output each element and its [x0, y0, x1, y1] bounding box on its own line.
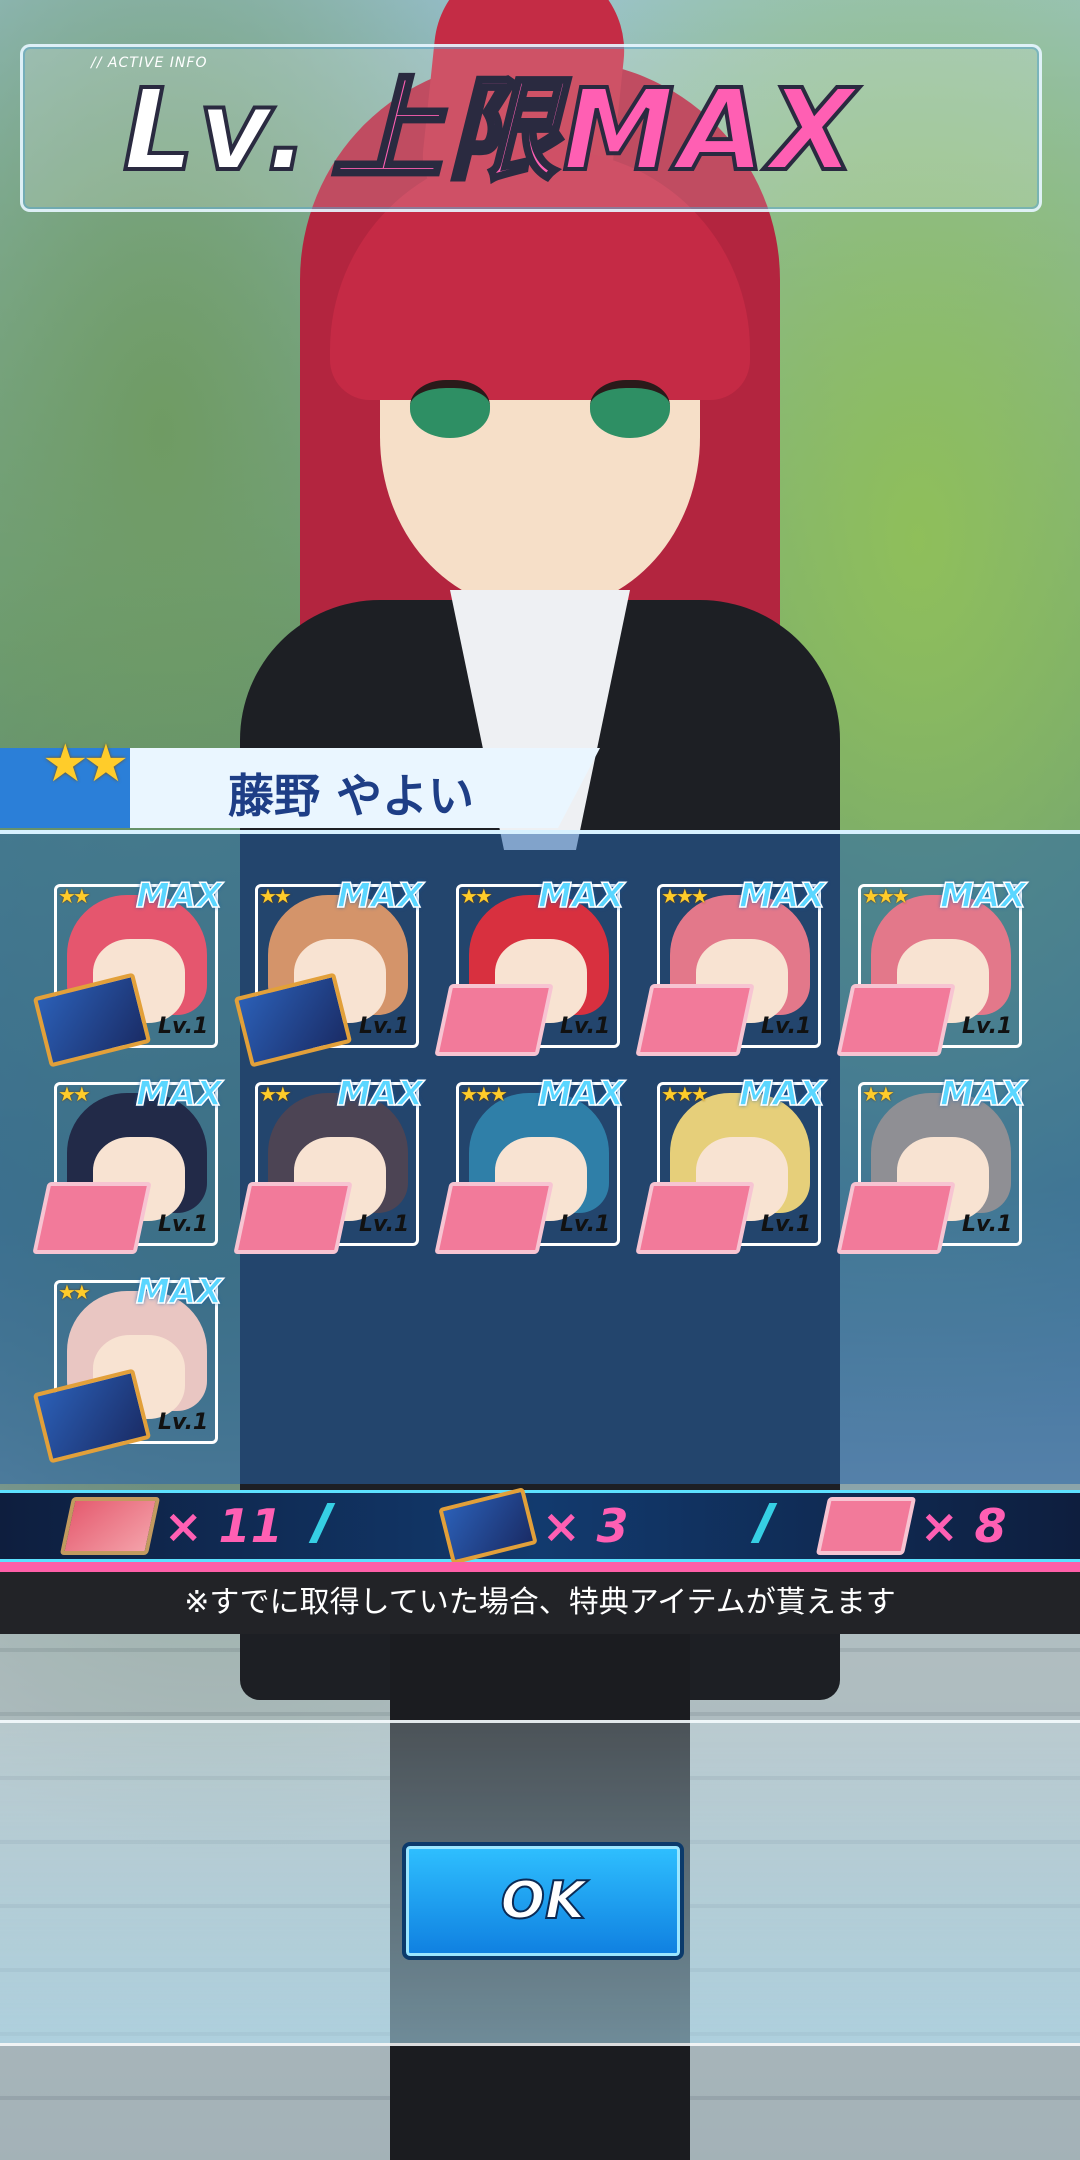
- character-card: ★★ MAX Lv.1: [32, 1271, 223, 1464]
- card-max-label: MAX: [135, 1073, 223, 1115]
- card-max-label: MAX: [537, 875, 625, 917]
- page-title: Lv. 上限MAX: [121, 61, 860, 201]
- character-card: ★★★ MAX Lv.1: [434, 1073, 625, 1254]
- ticket-icon: [635, 984, 755, 1056]
- summary-ticket: × 8: [815, 1493, 1007, 1559]
- card-max-label: MAX: [336, 1073, 424, 1115]
- character-card: ★★ MAX Lv.1: [434, 875, 625, 1056]
- summary-book: × 3: [438, 1487, 629, 1565]
- card-level: Lv.1: [158, 1014, 209, 1039]
- card-level: Lv.1: [359, 1212, 410, 1237]
- character-eye-left: [410, 380, 490, 438]
- character-card: ★★★ MAX Lv.1: [635, 1073, 826, 1254]
- character-card: ★★★ MAX Lv.1: [635, 875, 826, 1056]
- max-level-panel: ★★ MAX Lv.1 ★★ MAX Lv.1 ★★ MAX Lv.1 ★★★ MAX Lv.1 ★★★…: [0, 830, 1080, 1484]
- card-level: Lv.1: [560, 1212, 611, 1237]
- card-level: Lv.1: [962, 1014, 1013, 1039]
- card-level: Lv.1: [158, 1212, 209, 1237]
- card-stars: ★★: [58, 1082, 91, 1106]
- character-name: 藤野 やよい: [228, 769, 475, 823]
- ticket-icon: [836, 984, 956, 1056]
- card-stars: ★★★: [661, 884, 709, 908]
- title-lv: Lv.: [121, 64, 313, 198]
- card-stars: ★★★: [862, 884, 910, 908]
- card-stars: ★★: [862, 1082, 895, 1106]
- card-stars: ★★: [460, 884, 493, 908]
- title-max: 上限MAX: [329, 64, 860, 198]
- character-eye-right: [590, 380, 670, 438]
- ticket-icon: [434, 984, 554, 1056]
- summary-divider: [308, 1503, 336, 1543]
- card-max-label: MAX: [135, 875, 223, 917]
- book-icon: [438, 1487, 538, 1565]
- ticket-icon: [32, 1182, 152, 1254]
- notice-accent-line: [0, 1562, 1080, 1572]
- character-card: ★★ MAX Lv.1: [233, 875, 424, 1068]
- book-icon: [32, 1368, 152, 1464]
- card-level: Lv.1: [359, 1014, 410, 1039]
- card-stars: ★★: [58, 1280, 91, 1304]
- card-max-label: MAX: [336, 875, 424, 917]
- book-icon: [233, 972, 353, 1068]
- card-stars: ★★: [259, 884, 292, 908]
- ticket-icon: [233, 1182, 353, 1254]
- ok-button[interactable]: OK: [402, 1842, 684, 1960]
- ticket-icon: [815, 1497, 917, 1555]
- card-level: Lv.1: [761, 1014, 812, 1039]
- notice-text: ※すでに取得していた場合、特典アイテムが貰えます: [0, 1572, 1080, 1634]
- summary-divider: [750, 1503, 778, 1543]
- character-card: ★★ MAX Lv.1: [32, 875, 223, 1068]
- card-max-label: MAX: [939, 875, 1027, 917]
- summary-book-count: × 3: [542, 1499, 629, 1553]
- card-max-label: MAX: [939, 1073, 1027, 1115]
- character-card: ★★ MAX Lv.1: [836, 1073, 1027, 1254]
- rarity-stars: ★★: [42, 734, 129, 794]
- card-max-label: MAX: [738, 1073, 826, 1115]
- card-stars: ★★: [259, 1082, 292, 1106]
- title-banner: // ACTIVE INFO Lv. 上限MAX: [20, 44, 1042, 212]
- character-card: ★★ MAX Lv.1: [233, 1073, 424, 1254]
- character-nameplate: ★★ 藤野 やよい: [0, 734, 620, 828]
- summary-meat-count: × 11: [164, 1499, 283, 1553]
- meat-box-icon: [59, 1497, 161, 1555]
- card-level: Lv.1: [962, 1212, 1013, 1237]
- summary-ticket-count: × 8: [920, 1499, 1007, 1553]
- card-max-label: MAX: [537, 1073, 625, 1115]
- ticket-icon: [635, 1182, 755, 1254]
- card-stars: ★★★: [460, 1082, 508, 1106]
- ticket-icon: [836, 1182, 956, 1254]
- reward-summary-bar: × 11 × 3 × 8: [0, 1487, 1080, 1565]
- card-stars: ★★★: [661, 1082, 709, 1106]
- character-card: ★★★ MAX Lv.1: [836, 875, 1027, 1056]
- card-max-label: MAX: [738, 875, 826, 917]
- card-max-label: MAX: [135, 1271, 223, 1313]
- summary-meat: × 11: [59, 1493, 283, 1559]
- card-level: Lv.1: [158, 1410, 209, 1435]
- ticket-icon: [434, 1182, 554, 1254]
- card-level: Lv.1: [761, 1212, 812, 1237]
- card-level: Lv.1: [560, 1014, 611, 1039]
- card-stars: ★★: [58, 884, 91, 908]
- character-card: ★★ MAX Lv.1: [32, 1073, 223, 1254]
- book-icon: [32, 972, 152, 1068]
